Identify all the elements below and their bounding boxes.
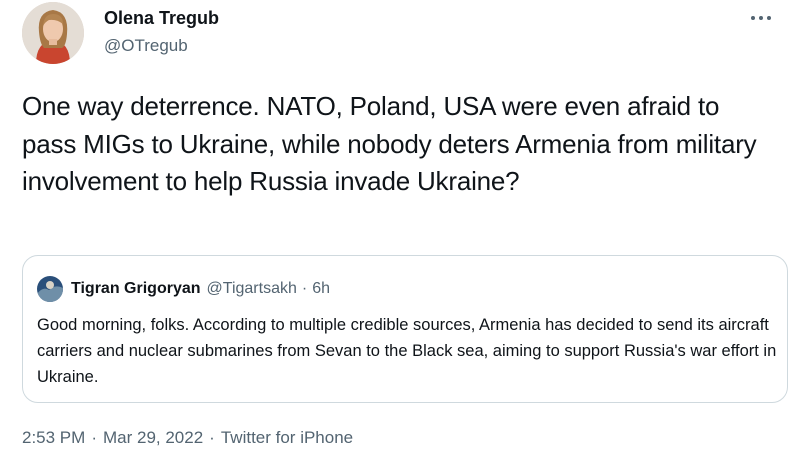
tweet-source[interactable]: Twitter for iPhone [221,428,353,448]
more-options-button[interactable] [746,6,776,30]
tweet-metadata: 2:53 PM · Mar 29, 2022 · Twitter for iPh… [22,428,353,448]
tweet-date[interactable]: Mar 29, 2022 [103,428,203,448]
quoted-timestamp[interactable]: 6h [312,280,330,298]
quoted-tweet-header: Tigran Grigoryan @Tigartsakh · 6h [37,276,330,302]
author-name[interactable]: Olena Tregub [104,8,219,29]
tweet-card: Olena Tregub @OTregub One way deterrence… [0,0,798,450]
quoted-avatar-image [37,276,63,302]
quoted-tweet-text: Good morning, folks. According to multip… [37,316,777,386]
meta-separator: · [91,428,97,447]
more-horizontal-icon [751,16,771,20]
quoted-author-handle[interactable]: @Tigartsakh [207,280,297,298]
quoted-author-avatar[interactable] [37,276,63,302]
quoted-tweet[interactable]: Tigran Grigoryan @Tigartsakh · 6h Good m… [22,255,788,403]
tweet-time[interactable]: 2:53 PM [22,428,85,448]
quoted-separator: · [301,280,308,297]
avatar-portrait [22,2,84,64]
tweet-text: One way deterrence. NATO, Poland, USA we… [22,91,757,196]
author-handle[interactable]: @OTregub [104,36,188,56]
quoted-author-name[interactable]: Tigran Grigoryan [71,280,201,298]
author-avatar[interactable] [22,2,84,64]
meta-separator-2: · [209,428,215,447]
